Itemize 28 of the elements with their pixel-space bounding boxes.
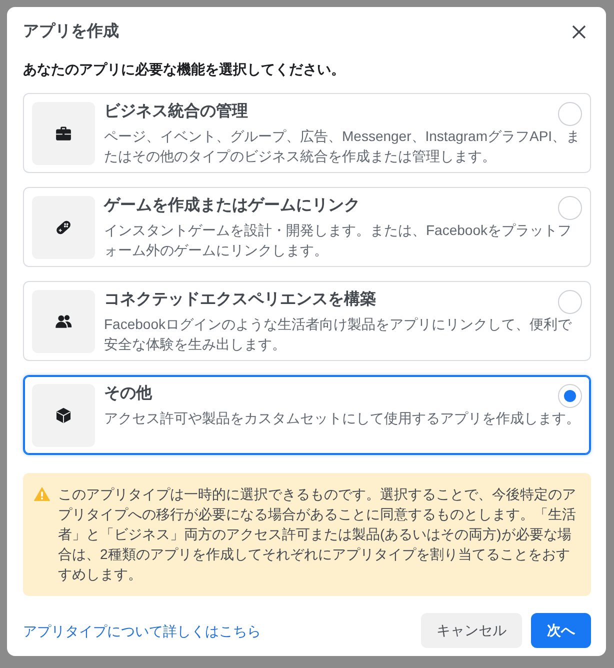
learn-more-link[interactable]: アプリタイプについて詳しくはこちら — [23, 620, 261, 640]
radio-button[interactable] — [558, 196, 582, 220]
notice-text: このアプリタイプは一時的に選択できるものです。選択することで、今後特定のアプリタイプへの移行が必要になる場合があることに同意するものとします。「生活者」と「ビジネス」両方のアクセス許可または製品(あるいはその両方)が必要な場合は、2種類のアプリを作成してそれぞれにアプリタイプを割り当てることをおすすめします。 — [58, 485, 577, 584]
briefcase-icon — [32, 102, 95, 165]
option-card[interactable]: その他 アクセス許可や製品をカスタムセットにして使用するアプリを作成します。 — [23, 375, 591, 455]
option-title: コネクテッドエクスペリエンスを構築 — [104, 290, 376, 310]
option-description: アクセス許可や製品をカスタムセットにして使用するアプリを作成します。 — [104, 409, 581, 428]
option-card[interactable]: コネクテッドエクスペリエンスを構築 Facebookログインのような生活者向け製品をアプリにリンクして、便利で安全な体験を生み出します。 — [23, 281, 591, 361]
radio-button[interactable] — [558, 102, 582, 126]
option-description: Facebookログインのような生活者向け製品をアプリにリンクして、便利で安全な体験を生み出します。 — [104, 315, 573, 354]
cube-icon — [32, 384, 95, 447]
people-icon — [32, 290, 95, 353]
close-icon — [572, 25, 586, 39]
option-card[interactable]: ゲームを作成またはゲームにリンク インスタントゲームを設計・開発します。または、Facebookをプラットフォーム外のゲームにリンクします。 — [23, 187, 591, 267]
warning-icon — [34, 487, 50, 501]
option-card[interactable]: ビジネス統合の管理 ページ、イベント、グループ、広告、Messenger、InstagramグラフAPI、またはその他のタイプのビジネス統合を作成または管理します。 — [23, 93, 591, 173]
gamepad-icon — [32, 196, 95, 259]
option-title: その他 — [104, 384, 152, 404]
radio-button[interactable] — [558, 290, 582, 314]
dialog-prompt: あなたのアプリに必要な機能を選択してください。 — [23, 60, 346, 79]
radio-button[interactable] — [558, 384, 582, 408]
option-description: ページ、イベント、グループ、広告、Messenger、InstagramグラフAPI、またはその他のタイプのビジネス統合を作成または管理します。 — [104, 127, 582, 166]
option-title: ビジネス統合の管理 — [104, 102, 248, 122]
cancel-button[interactable]: キャンセル — [421, 613, 522, 648]
option-description: インスタントゲームを設計・開発します。または、Facebookをプラットフォーム外のゲームにリンクします。 — [104, 221, 572, 260]
option-title: ゲームを作成またはゲームにリンク — [104, 196, 360, 216]
dialog-title: アプリを作成 — [23, 22, 119, 42]
next-button[interactable]: 次へ — [531, 613, 591, 648]
